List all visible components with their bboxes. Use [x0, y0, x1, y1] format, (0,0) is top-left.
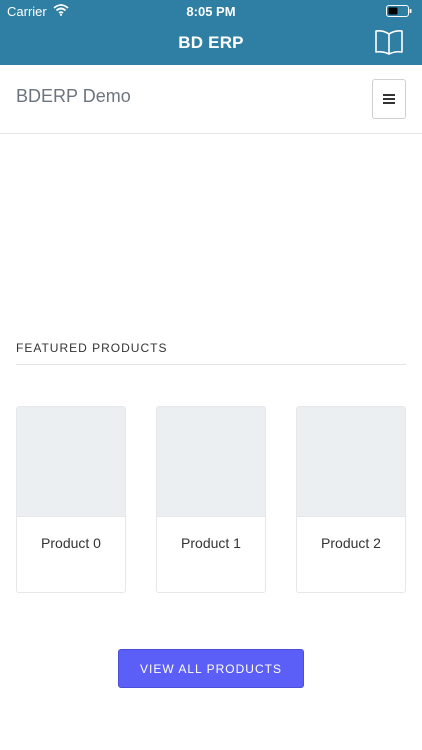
view-all-products-button[interactable]: VIEW ALL PRODUCTS — [118, 649, 304, 688]
product-card[interactable]: Product 2 — [296, 406, 406, 593]
brand-title[interactable]: BDERP Demo — [16, 86, 131, 107]
product-label: Product 1 — [181, 535, 241, 551]
product-card[interactable]: Product 0 — [16, 406, 126, 593]
status-bar: Carrier 8:05 PM — [0, 0, 422, 22]
featured-title: FEATURED PRODUCTS — [16, 341, 168, 355]
status-time: 8:05 PM — [186, 4, 236, 19]
menu-toggle-button[interactable] — [372, 79, 406, 119]
top-bar: Carrier 8:05 PM BD ERP — [0, 0, 422, 65]
product-label: Product 0 — [41, 535, 101, 551]
battery-icon — [386, 5, 412, 20]
product-label: Product 2 — [321, 535, 381, 551]
product-card[interactable]: Product 1 — [156, 406, 266, 593]
book-icon[interactable] — [374, 28, 404, 56]
product-image — [17, 407, 125, 517]
section-divider — [16, 364, 406, 365]
product-image — [297, 407, 405, 517]
product-image — [157, 407, 265, 517]
app-screen: Carrier 8:05 PM BD ERP BDERP Demo FEATUR… — [0, 0, 422, 750]
nav-title: BD ERP — [178, 33, 244, 52]
hamburger-icon — [383, 94, 395, 104]
site-header: BDERP Demo — [0, 65, 422, 134]
